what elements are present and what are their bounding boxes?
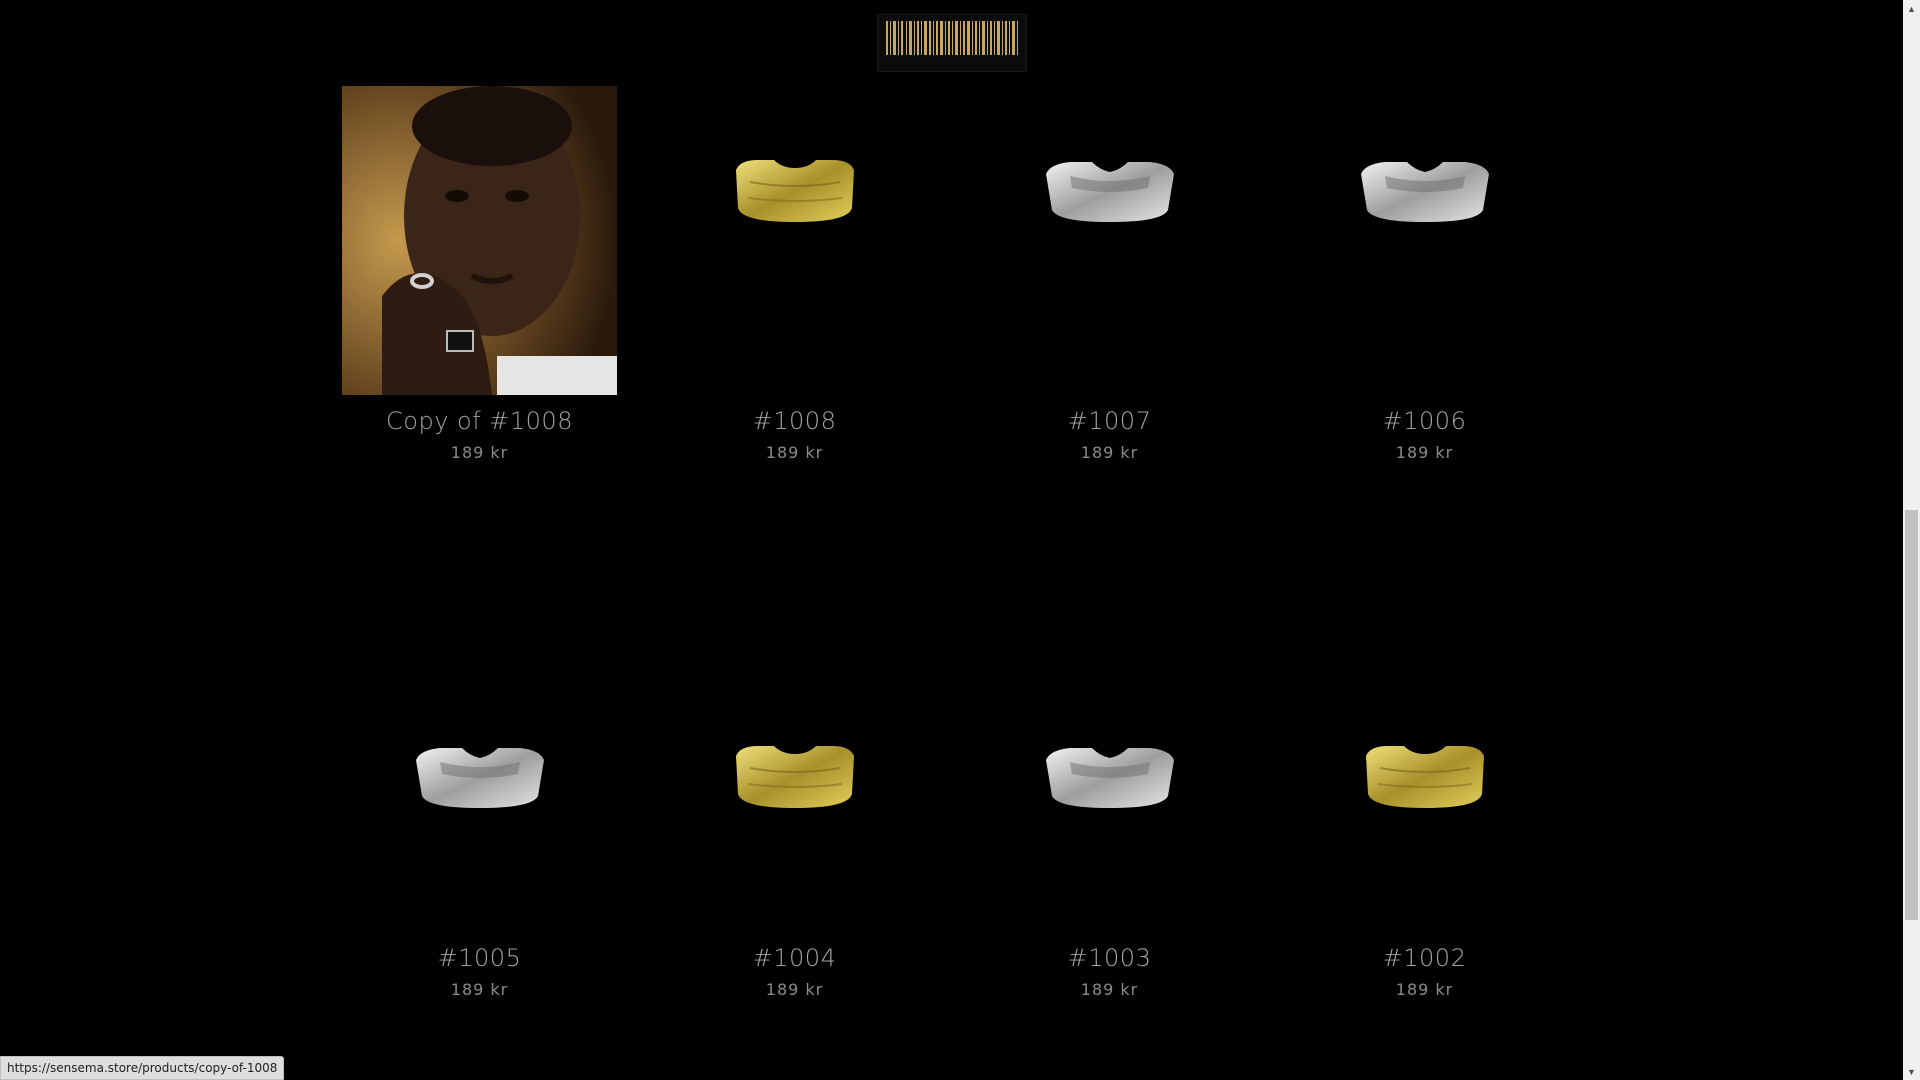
silver-ring-icon xyxy=(1360,162,1489,222)
silver-ring-icon xyxy=(1045,162,1174,222)
brand-logo[interactable] xyxy=(877,14,1027,72)
product-price: 189 kr xyxy=(765,443,824,462)
product-title[interactable]: Copy of #1008 xyxy=(342,407,617,435)
product-title[interactable]: #1006 xyxy=(1287,407,1562,435)
product-price: 189 kr xyxy=(765,980,824,999)
product-card[interactable]: #1002 189 kr xyxy=(1287,623,1562,999)
product-price: 189 kr xyxy=(450,443,509,462)
product-title[interactable]: #1008 xyxy=(657,407,932,435)
page: Copy of #1008 189 kr #1008 189 kr #1007 189… xyxy=(0,0,1920,1080)
gold-ring-icon xyxy=(735,160,854,222)
silver-ring-icon xyxy=(1045,747,1174,808)
scroll-down-arrow-icon[interactable]: ▼ xyxy=(1903,1063,1920,1080)
product-price: 189 kr xyxy=(450,980,509,999)
product-title[interactable]: #1007 xyxy=(972,407,1247,435)
barcode-logo-icon xyxy=(886,21,1018,55)
product-price: 189 kr xyxy=(1080,443,1139,462)
product-price: 189 kr xyxy=(1080,980,1139,999)
product-price: 189 kr xyxy=(1395,980,1454,999)
product-card[interactable]: #1004 189 kr xyxy=(657,623,932,999)
product-card[interactable]: #1003 189 kr xyxy=(972,623,1247,999)
portrait-photo xyxy=(342,86,617,395)
product-image[interactable] xyxy=(657,623,932,932)
product-image[interactable] xyxy=(972,86,1247,395)
product-image[interactable] xyxy=(1287,623,1562,932)
product-title[interactable]: #1004 xyxy=(657,944,932,972)
product-price: 189 kr xyxy=(1395,443,1454,462)
product-image[interactable] xyxy=(1287,86,1562,395)
scroll-up-arrow-icon[interactable]: ▲ xyxy=(1903,0,1920,17)
product-image[interactable] xyxy=(342,86,617,395)
product-card[interactable]: Copy of #1008 189 kr xyxy=(342,86,617,462)
product-image[interactable] xyxy=(972,623,1247,932)
product-image[interactable] xyxy=(657,86,932,395)
product-card[interactable]: #1005 189 kr xyxy=(342,623,617,999)
product-title[interactable]: #1002 xyxy=(1287,944,1562,972)
product-title[interactable]: #1003 xyxy=(972,944,1247,972)
product-card[interactable]: #1006 189 kr xyxy=(1287,86,1562,462)
scrollbar[interactable]: ▲ ▼ xyxy=(1903,0,1920,1080)
status-bar-url: https://sensema.store/products/copy-of-1… xyxy=(0,1056,285,1080)
product-card[interactable]: #1007 189 kr xyxy=(972,86,1247,462)
product-card[interactable]: #1008 189 kr xyxy=(657,86,932,462)
gold-ring-icon xyxy=(735,745,854,808)
scroll-thumb[interactable] xyxy=(1905,510,1918,920)
product-title[interactable]: #1005 xyxy=(342,944,617,972)
silver-ring-icon xyxy=(415,747,544,808)
gold-ring-icon xyxy=(1365,745,1484,808)
product-image[interactable] xyxy=(342,623,617,932)
